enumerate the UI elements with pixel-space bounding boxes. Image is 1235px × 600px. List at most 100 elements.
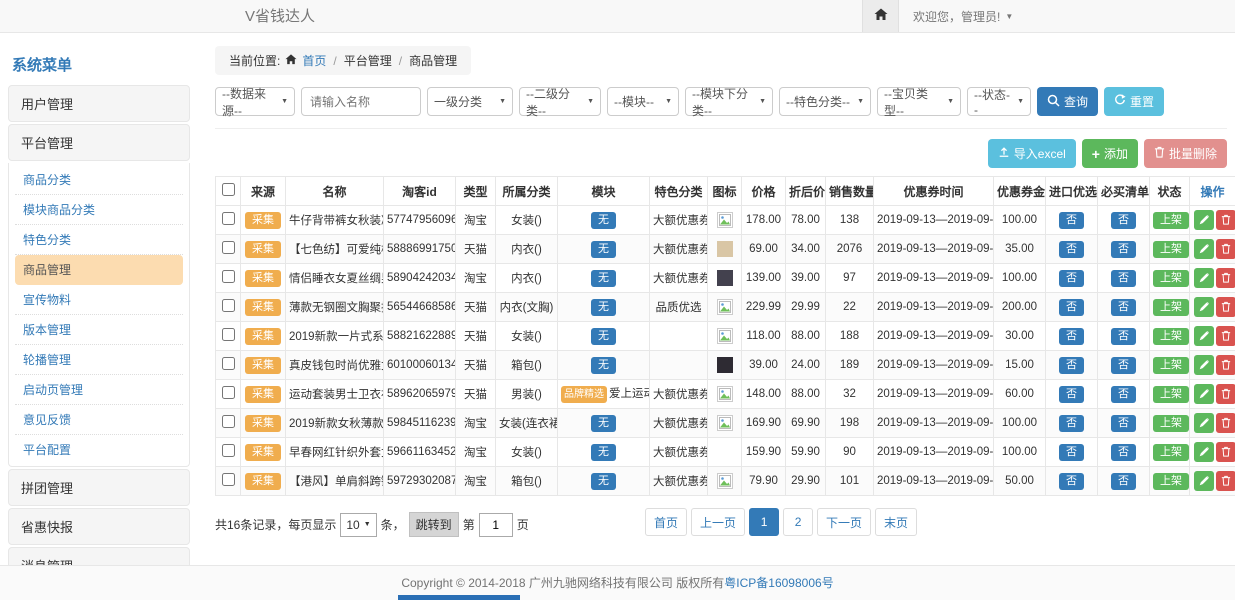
must-buy-toggle[interactable]: 否 bbox=[1111, 241, 1136, 258]
status-badge[interactable]: 上架 bbox=[1153, 241, 1189, 258]
status-badge[interactable]: 上架 bbox=[1153, 357, 1189, 374]
sidebar-item-goods-management[interactable]: 商品管理 bbox=[15, 255, 183, 285]
must-buy-toggle[interactable]: 否 bbox=[1111, 415, 1136, 432]
delete-button[interactable] bbox=[1216, 355, 1235, 375]
edit-button[interactable] bbox=[1194, 471, 1214, 491]
last-page-button[interactable]: 末页 bbox=[875, 508, 917, 536]
data-source-select[interactable]: --数据来源--▼ bbox=[215, 87, 295, 116]
row-checkbox[interactable] bbox=[222, 241, 235, 254]
imported-toggle[interactable]: 否 bbox=[1059, 299, 1084, 316]
status-select[interactable]: --状态--▼ bbox=[967, 87, 1031, 116]
first-page-button[interactable]: 首页 bbox=[645, 508, 687, 536]
status-badge[interactable]: 上架 bbox=[1153, 212, 1189, 229]
breadcrumb-home-link[interactable]: 首页 bbox=[302, 52, 326, 69]
must-buy-toggle[interactable]: 否 bbox=[1111, 212, 1136, 229]
must-buy-toggle[interactable]: 否 bbox=[1111, 299, 1136, 316]
row-checkbox[interactable] bbox=[222, 357, 235, 370]
secondary-category-select[interactable]: --二级分类--▼ bbox=[519, 87, 601, 116]
edit-button[interactable] bbox=[1194, 384, 1214, 404]
sidebar-item-user-management[interactable]: 用户管理 bbox=[8, 85, 190, 122]
imported-toggle[interactable]: 否 bbox=[1059, 386, 1084, 403]
edit-button[interactable] bbox=[1194, 326, 1214, 346]
icp-link[interactable]: 粤ICP备16098006号 bbox=[724, 576, 833, 590]
sidebar-item-platform-management[interactable]: 平台管理 bbox=[8, 124, 190, 161]
prev-page-button[interactable]: 上一页 bbox=[691, 508, 745, 536]
status-badge[interactable]: 上架 bbox=[1153, 473, 1189, 490]
edit-button[interactable] bbox=[1194, 239, 1214, 259]
sidebar-item-carousel-management[interactable]: 轮播管理 bbox=[15, 345, 183, 375]
status-badge[interactable]: 上架 bbox=[1153, 299, 1189, 316]
add-button[interactable]: + 添加 bbox=[1082, 139, 1138, 168]
import-excel-button[interactable]: 导入excel bbox=[988, 139, 1076, 168]
imported-toggle[interactable]: 否 bbox=[1059, 444, 1084, 461]
delete-button[interactable] bbox=[1216, 210, 1235, 230]
user-menu[interactable]: 欢迎您，管理员! ▼ bbox=[899, 0, 1027, 32]
imported-toggle[interactable]: 否 bbox=[1059, 357, 1084, 374]
jump-button[interactable]: 跳转到 bbox=[409, 512, 459, 537]
edit-button[interactable] bbox=[1194, 297, 1214, 317]
must-buy-toggle[interactable]: 否 bbox=[1111, 270, 1136, 287]
delete-button[interactable] bbox=[1216, 297, 1235, 317]
delete-button[interactable] bbox=[1216, 239, 1235, 259]
row-checkbox[interactable] bbox=[222, 415, 235, 428]
bulk-delete-button[interactable]: 批量删除 bbox=[1144, 139, 1227, 168]
delete-button[interactable] bbox=[1216, 268, 1235, 288]
page-number-input[interactable] bbox=[479, 513, 513, 537]
row-checkbox[interactable] bbox=[222, 386, 235, 399]
imported-toggle[interactable]: 否 bbox=[1059, 270, 1084, 287]
status-badge[interactable]: 上架 bbox=[1153, 415, 1189, 432]
must-buy-toggle[interactable]: 否 bbox=[1111, 357, 1136, 374]
sidebar-item-message-management[interactable]: 消息管理 bbox=[8, 547, 190, 565]
query-button[interactable]: 查询 bbox=[1037, 87, 1098, 116]
sidebar-item-version-management[interactable]: 版本管理 bbox=[15, 315, 183, 345]
must-buy-toggle[interactable]: 否 bbox=[1111, 386, 1136, 403]
imported-toggle[interactable]: 否 bbox=[1059, 241, 1084, 258]
reset-button[interactable]: 重置 bbox=[1104, 87, 1164, 116]
row-checkbox[interactable] bbox=[222, 444, 235, 457]
feature-category-select[interactable]: --特色分类--▼ bbox=[779, 87, 871, 116]
page-2-button[interactable]: 2 bbox=[783, 508, 813, 536]
imported-toggle[interactable]: 否 bbox=[1059, 415, 1084, 432]
select-all-checkbox[interactable] bbox=[222, 183, 235, 196]
status-badge[interactable]: 上架 bbox=[1153, 444, 1189, 461]
sidebar-item-promo-materials[interactable]: 宣传物料 bbox=[15, 285, 183, 315]
row-checkbox[interactable] bbox=[222, 212, 235, 225]
item-type-select[interactable]: --宝贝类型--▼ bbox=[877, 87, 961, 116]
row-checkbox[interactable] bbox=[222, 270, 235, 283]
sidebar-item-platform-config[interactable]: 平台配置 bbox=[15, 435, 183, 464]
row-checkbox[interactable] bbox=[222, 473, 235, 486]
status-badge[interactable]: 上架 bbox=[1153, 386, 1189, 403]
delete-button[interactable] bbox=[1216, 471, 1235, 491]
sidebar-item-saving-news[interactable]: 省惠快报 bbox=[8, 508, 190, 545]
edit-button[interactable] bbox=[1194, 210, 1214, 230]
sidebar-item-splash-management[interactable]: 启动页管理 bbox=[15, 375, 183, 405]
imported-toggle[interactable]: 否 bbox=[1059, 212, 1084, 229]
edit-button[interactable] bbox=[1194, 442, 1214, 462]
name-search-input[interactable] bbox=[301, 87, 421, 116]
delete-button[interactable] bbox=[1216, 326, 1235, 346]
sidebar-item-groupbuy-management[interactable]: 拼团管理 bbox=[8, 469, 190, 506]
imported-toggle[interactable]: 否 bbox=[1059, 473, 1084, 490]
delete-button[interactable] bbox=[1216, 413, 1235, 433]
module-subcategory-select[interactable]: --模块下分类--▼ bbox=[685, 87, 773, 116]
delete-button[interactable] bbox=[1216, 384, 1235, 404]
edit-button[interactable] bbox=[1194, 268, 1214, 288]
home-button[interactable] bbox=[862, 0, 899, 32]
next-page-button[interactable]: 下一页 bbox=[817, 508, 871, 536]
row-checkbox[interactable] bbox=[222, 328, 235, 341]
page-1-button[interactable]: 1 bbox=[749, 508, 779, 536]
page-size-select[interactable]: 10 ▼ bbox=[340, 513, 376, 537]
imported-toggle[interactable]: 否 bbox=[1059, 328, 1084, 345]
row-checkbox[interactable] bbox=[222, 299, 235, 312]
sidebar-item-goods-category[interactable]: 商品分类 bbox=[15, 165, 183, 195]
primary-category-select[interactable]: 一级分类▼ bbox=[427, 87, 513, 116]
delete-button[interactable] bbox=[1216, 442, 1235, 462]
status-badge[interactable]: 上架 bbox=[1153, 270, 1189, 287]
sidebar-item-feature-category[interactable]: 特色分类 bbox=[15, 225, 183, 255]
must-buy-toggle[interactable]: 否 bbox=[1111, 328, 1136, 345]
edit-button[interactable] bbox=[1194, 413, 1214, 433]
must-buy-toggle[interactable]: 否 bbox=[1111, 444, 1136, 461]
sidebar-item-feedback[interactable]: 意见反馈 bbox=[15, 405, 183, 435]
status-badge[interactable]: 上架 bbox=[1153, 328, 1189, 345]
sidebar-item-module-goods-category[interactable]: 模块商品分类 bbox=[15, 195, 183, 225]
